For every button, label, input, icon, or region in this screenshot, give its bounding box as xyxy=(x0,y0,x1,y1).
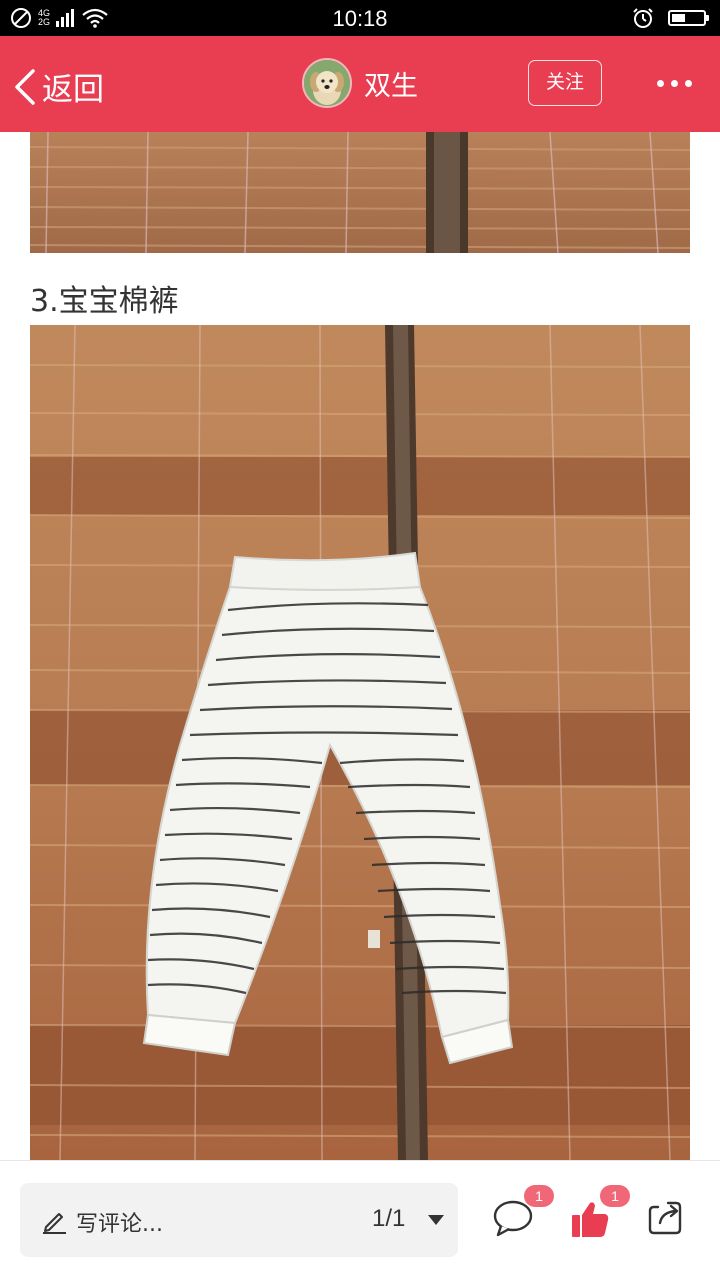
more-options-button[interactable] xyxy=(657,80,692,87)
avatar[interactable] xyxy=(302,58,352,108)
page-indicator[interactable]: 1/1 xyxy=(372,1205,405,1233)
header: 返回 双生 关注 xyxy=(0,36,720,132)
back-label: 返回 xyxy=(42,72,104,108)
back-button[interactable]: 返回 xyxy=(14,64,104,109)
more-dot xyxy=(671,80,678,87)
bottom-action-bar: 写评论... 1/1 1 1 xyxy=(0,1160,720,1280)
comment-placeholder: 写评论... xyxy=(76,1212,163,1237)
follow-button[interactable]: 关注 xyxy=(528,60,602,106)
share-icon xyxy=(648,1201,682,1235)
dog-avatar-image xyxy=(304,60,350,106)
status-bar: 4G 2G 10:18 xyxy=(0,0,720,36)
author-info[interactable]: 双生 xyxy=(302,58,418,108)
section-caption: 3.宝宝棉裤 xyxy=(30,284,179,319)
more-dot xyxy=(657,80,664,87)
pencil-icon xyxy=(43,1213,66,1234)
battery-icon xyxy=(668,10,709,26)
previous-photo-floor[interactable] xyxy=(30,132,690,253)
baby-cotton-pants-photo[interactable] xyxy=(30,325,690,1160)
author-name[interactable]: 双生 xyxy=(364,64,418,103)
like-button[interactable]: 1 xyxy=(570,1185,630,1243)
share-button[interactable] xyxy=(646,1199,684,1241)
like-count-badge: 1 xyxy=(600,1185,630,1207)
article-content[interactable]: 3.宝宝棉裤 xyxy=(0,132,720,1160)
comments-button[interactable]: 1 xyxy=(492,1185,554,1243)
more-dot xyxy=(685,80,692,87)
comment-input[interactable]: 写评论... 1/1 xyxy=(20,1183,458,1257)
alarm-icon xyxy=(633,8,653,28)
caret-down-icon[interactable] xyxy=(428,1215,444,1225)
chevron-left-icon xyxy=(15,68,35,105)
comment-count-badge: 1 xyxy=(524,1185,554,1207)
status-time: 10:18 xyxy=(332,6,388,31)
status-right-icons xyxy=(632,7,709,29)
battery-level xyxy=(672,14,686,22)
